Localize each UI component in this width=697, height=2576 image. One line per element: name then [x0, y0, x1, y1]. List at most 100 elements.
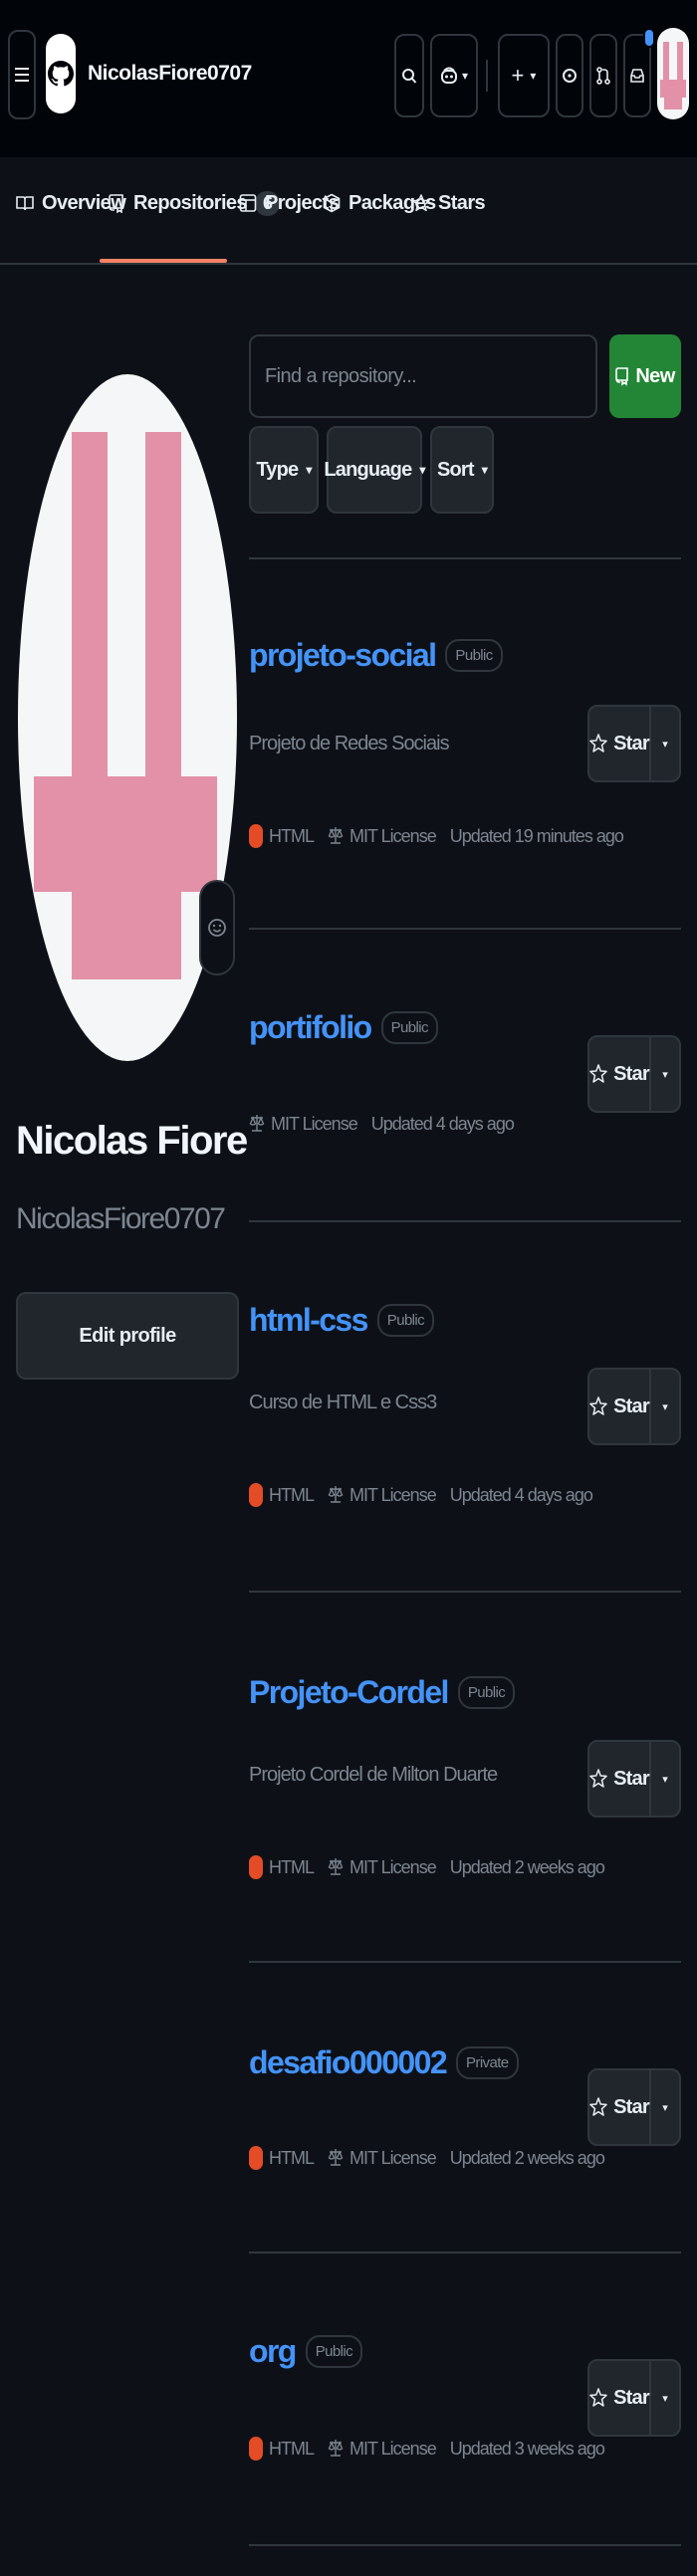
language-filter-label: Language [324, 458, 412, 481]
pull-request-icon [596, 67, 610, 85]
repo-icon [109, 194, 123, 213]
repo-meta: HTML MIT License Updated 3 weeks ago [249, 2437, 605, 2461]
menu-button[interactable] [8, 30, 36, 119]
star-label: Star [613, 2095, 650, 2118]
edit-profile-button[interactable]: Edit profile [16, 1292, 239, 1380]
star-icon [589, 1064, 607, 1083]
repo-name-link[interactable]: html-css [249, 1302, 368, 1339]
repo-license: MIT License [349, 2438, 437, 2459]
search-button[interactable] [394, 34, 424, 117]
star-list-dropdown[interactable]: ▾ [651, 1037, 679, 1111]
chevron-down-icon: ▾ [419, 463, 425, 477]
repo-language: HTML [269, 2147, 315, 2168]
chevron-down-icon: ▾ [662, 1400, 668, 1413]
repo-license: MIT License [349, 1484, 437, 1505]
pull-requests-button[interactable] [589, 34, 617, 117]
star-label: Star [613, 1062, 650, 1085]
star-icon [589, 1769, 607, 1788]
star-icon [589, 2097, 607, 2116]
repo-description: Projeto de Redes Sociais [249, 733, 450, 754]
repo-item: html-css Public Curso de HTML e Css3 HTM… [249, 1220, 681, 1591]
law-icon [328, 2149, 344, 2166]
type-filter-button[interactable]: Type ▾ [249, 426, 319, 514]
sort-filter-button[interactable]: Sort ▾ [430, 426, 494, 514]
github-logo[interactable] [46, 34, 76, 113]
chevron-down-icon: ▾ [662, 1773, 668, 1786]
chevron-down-icon: ▾ [481, 463, 488, 477]
avatar[interactable] [657, 28, 689, 119]
repo-meta: HTML MIT License Updated 19 minutes ago [249, 824, 624, 848]
chevron-down-icon: ▾ [530, 69, 537, 83]
package-icon [323, 193, 341, 213]
inbox-icon [630, 69, 644, 83]
visibility-badge: Public [457, 1676, 516, 1709]
chevron-down-icon: ▾ [662, 1068, 668, 1081]
star-list-dropdown[interactable]: ▾ [651, 1370, 679, 1443]
repo-updated: Updated 4 days ago [370, 1113, 515, 1134]
profile-login: NicolasFiore0707 [16, 1202, 226, 1235]
star-button[interactable]: Star [589, 1370, 651, 1443]
law-icon [328, 1858, 344, 1875]
star-button[interactable]: Star [589, 1742, 651, 1816]
new-repository-button[interactable]: New [609, 334, 681, 418]
repo-updated: Updated 19 minutes ago [449, 825, 624, 846]
set-status-button[interactable] [199, 880, 235, 975]
repo-name-link[interactable]: desafio000002 [249, 2044, 448, 2081]
star-label: Star [613, 1395, 650, 1417]
smiley-icon [208, 919, 226, 937]
copilot-button[interactable]: ▾ [430, 34, 478, 117]
chevron-down-icon: ▾ [662, 2101, 668, 2114]
search-icon [402, 69, 417, 84]
repo-description: Curso de HTML e Css3 [249, 1392, 437, 1413]
star-list-dropdown[interactable]: ▾ [651, 1742, 679, 1816]
star-label: Star [613, 1767, 650, 1790]
tab-stars[interactable]: Stars [412, 177, 486, 229]
create-new-button[interactable]: + ▾ [498, 34, 550, 117]
star-label: Star [613, 732, 650, 754]
star-icon [589, 2388, 607, 2407]
star-list-dropdown[interactable]: ▾ [651, 707, 679, 780]
star-button[interactable]: Star [589, 2361, 651, 2435]
header-username[interactable]: NicolasFiore0707 [88, 62, 252, 86]
law-icon [249, 1115, 265, 1132]
type-filter-label: Type [256, 458, 299, 481]
chevron-down-icon: ▾ [662, 738, 668, 751]
repo-license: MIT License [349, 2147, 437, 2168]
star-button[interactable]: Star [589, 707, 651, 780]
star-list-dropdown[interactable]: ▾ [651, 2070, 679, 2144]
repo-name-link[interactable]: org [249, 2333, 297, 2370]
star-button[interactable]: Star [589, 2070, 651, 2144]
repo-icon [615, 367, 629, 386]
language-color-dot [249, 1855, 263, 1879]
tab-stars-label: Stars [438, 191, 486, 214]
chevron-down-icon: ▾ [662, 2392, 668, 2405]
star-list-dropdown[interactable]: ▾ [651, 2361, 679, 2435]
repo-meta: HTML MIT License Updated 2 weeks ago [249, 2146, 605, 2170]
repo-meta: MIT License Updated 4 days ago [249, 1113, 515, 1135]
find-repository-input[interactable] [249, 334, 597, 418]
repo-name-link[interactable]: portifolio [249, 1009, 372, 1046]
language-color-dot [249, 1483, 263, 1507]
repo-updated: Updated 4 days ago [449, 1484, 593, 1505]
repo-name-link[interactable]: projeto-social [249, 637, 437, 674]
chevron-down-icon: ▾ [306, 463, 312, 477]
repo-license: MIT License [349, 825, 437, 846]
star-button[interactable]: Star [589, 1037, 651, 1111]
repo-meta: HTML MIT License Updated 2 weeks ago [249, 1855, 605, 1879]
repo-item: portifolio Public MIT License Updated 4 … [249, 928, 681, 1220]
tab-repositories-label: Repositories [133, 191, 248, 214]
visibility-badge: Public [376, 1304, 435, 1337]
repo-item: projeto-social Public Projeto de Redes S… [249, 557, 681, 928]
language-filter-button[interactable]: Language ▾ [324, 426, 425, 514]
book-icon [16, 196, 34, 211]
hamburger-icon [15, 68, 29, 82]
star-icon [589, 1396, 607, 1415]
issues-button[interactable] [556, 34, 583, 117]
repo-language: HTML [269, 2438, 315, 2459]
repo-license: MIT License [349, 1856, 437, 1877]
repo-name-link[interactable]: Projeto-Cordel [249, 1674, 449, 1711]
language-color-dot [249, 2146, 263, 2170]
repo-meta: HTML MIT License Updated 4 days ago [249, 1483, 593, 1507]
repo-description: Projeto Cordel de Milton Duarte [249, 1764, 498, 1786]
repo-license: MIT License [271, 1113, 358, 1134]
